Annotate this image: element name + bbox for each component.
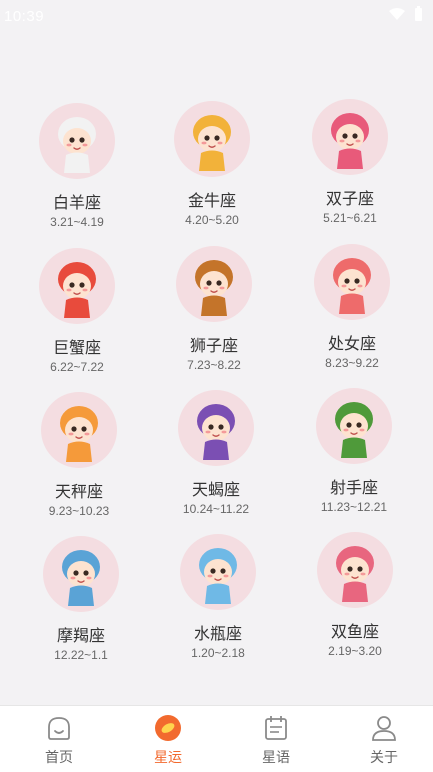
sagittarius-mascot-icon <box>316 388 392 464</box>
bottom-tab-bar: 首页 星运 星语 关于 <box>0 705 433 772</box>
sign-dates: 8.23~9.22 <box>325 356 379 370</box>
sign-dates: 4.20~5.20 <box>185 213 239 227</box>
sign-taurus[interactable]: 金牛座 4.20~5.20 <box>152 101 272 241</box>
sign-dates: 6.22~7.22 <box>50 360 104 374</box>
sign-dates: 3.21~4.19 <box>50 215 104 229</box>
sign-leo[interactable]: 狮子座 7.23~8.22 <box>154 246 274 386</box>
sign-name: 射手座 <box>329 478 378 497</box>
calendar-icon <box>265 716 287 740</box>
sign-capricorn[interactable]: 摩羯座 12.22~1.1 <box>21 536 141 676</box>
sign-name: 水瓶座 <box>193 624 242 643</box>
sign-dates: 5.21~6.21 <box>323 211 377 225</box>
sign-pisces[interactable]: 双鱼座 2.19~3.20 <box>295 532 415 672</box>
sign-aquarius[interactable]: 水瓶座 1.20~2.18 <box>158 534 278 674</box>
tab-horoscope-text-label: 星语 <box>262 750 290 766</box>
tab-about[interactable]: 关于 <box>330 706 433 772</box>
sign-cancer[interactable]: 巨蟹座 6.22~7.22 <box>17 248 137 388</box>
sign-libra[interactable]: 天秤座 9.23~10.23 <box>19 392 139 532</box>
sign-name: 白羊座 <box>52 193 101 212</box>
sign-name: 巨蟹座 <box>52 338 101 357</box>
user-icon <box>372 716 396 741</box>
gemini-mascot-icon <box>312 99 388 175</box>
aquarius-mascot-icon <box>180 534 256 610</box>
capricorn-mascot-icon <box>43 536 119 612</box>
sign-scorpio[interactable]: 天蝎座 10.24~11.22 <box>156 390 276 530</box>
sign-name: 天蝎座 <box>191 480 240 499</box>
tab-home[interactable]: 首页 <box>5 706 113 772</box>
sign-aries[interactable]: 白羊座 3.21~4.19 <box>17 103 137 243</box>
sign-dates: 2.19~3.20 <box>328 644 382 658</box>
sign-name: 摩羯座 <box>56 626 105 645</box>
cancer-mascot-icon <box>39 248 115 324</box>
sign-sagittarius[interactable]: 射手座 11.23~12.21 <box>294 388 414 528</box>
libra-mascot-icon <box>41 392 117 468</box>
tab-about-label: 关于 <box>370 750 398 766</box>
leo-mascot-icon <box>176 246 252 322</box>
sign-dates: 1.20~2.18 <box>191 646 245 660</box>
sign-dates: 11.23~12.21 <box>320 500 388 514</box>
sign-name: 双鱼座 <box>330 622 379 641</box>
sign-name: 天秤座 <box>54 482 103 501</box>
tab-fortune[interactable]: 星运 <box>114 706 222 772</box>
sign-name: 金牛座 <box>187 191 236 210</box>
sign-dates: 12.22~1.1 <box>54 648 108 662</box>
tab-home-label: 首页 <box>45 750 73 766</box>
sign-dates: 9.23~10.23 <box>48 504 110 518</box>
scorpio-mascot-icon <box>178 390 254 466</box>
tab-horoscope-text[interactable]: 星语 <box>222 706 330 772</box>
sign-dates: 10.24~11.22 <box>182 502 250 516</box>
sign-name: 处女座 <box>327 334 376 353</box>
fortune-icon <box>155 715 181 741</box>
aries-mascot-icon <box>39 103 115 179</box>
sign-gemini[interactable]: 双子座 5.21~6.21 <box>290 99 410 239</box>
sign-name: 狮子座 <box>189 336 238 355</box>
tab-fortune-label: 星运 <box>154 750 182 766</box>
zodiac-grid: 白羊座 3.21~4.19 金牛座 4.20~5.20 双子座 5.21~6.2… <box>0 0 433 705</box>
sign-name: 双子座 <box>325 189 374 208</box>
virgo-mascot-icon <box>314 244 390 320</box>
sign-virgo[interactable]: 处女座 8.23~9.22 <box>292 244 412 384</box>
home-icon <box>48 717 70 740</box>
taurus-mascot-icon <box>174 101 250 177</box>
sign-dates: 7.23~8.22 <box>187 358 241 372</box>
pisces-mascot-icon <box>317 532 393 608</box>
